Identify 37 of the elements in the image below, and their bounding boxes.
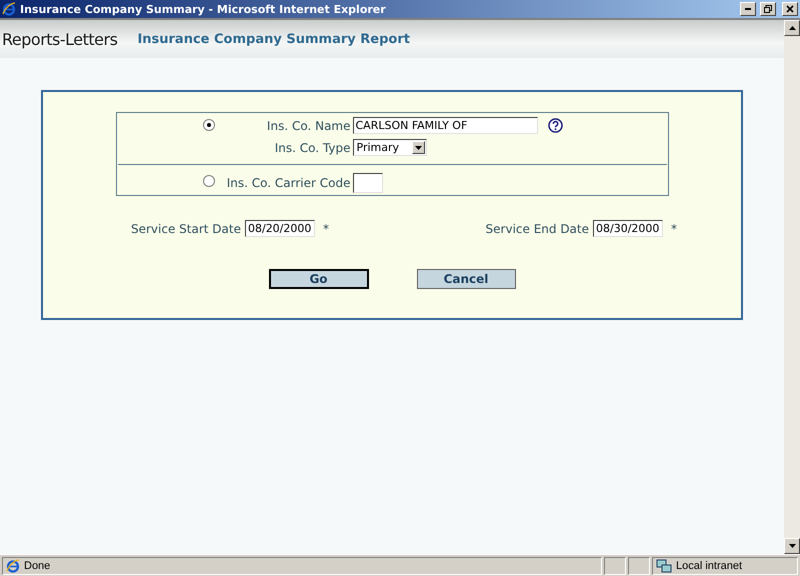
browser-icon: [2, 2, 16, 16]
close-button[interactable]: [782, 2, 798, 16]
scrollbar[interactable]: [784, 20, 800, 554]
help-icon[interactable]: [548, 118, 562, 133]
date-input[interactable]: 08/30/2000: [593, 220, 663, 237]
name-input[interactable]: CARLSON FAMILY OF: [352, 117, 538, 134]
scroll-down-icon: [788, 544, 796, 548]
network-icon: [656, 559, 672, 573]
field-label: Service Start Date: [131, 222, 242, 236]
close-icon: [786, 5, 794, 13]
status-text: Done: [24, 560, 50, 572]
date-input[interactable]: 08/20/2000: [244, 220, 315, 237]
page-title: Insurance Company Summary Report: [137, 32, 410, 46]
carrier-code-input[interactable]: [352, 173, 382, 193]
restore-button[interactable]: [760, 2, 776, 16]
required-mark: *: [671, 222, 677, 236]
go-button[interactable]: Go: [268, 269, 368, 289]
scroll-up-icon: [788, 26, 796, 30]
restore-icon: [764, 5, 772, 13]
radio-button[interactable]: [202, 119, 214, 131]
required-mark: *: [322, 222, 329, 236]
field-label: Ins. Co. Carrier Code: [226, 176, 352, 190]
field-label: Service End Date: [486, 222, 590, 236]
radio-button[interactable]: [202, 175, 214, 187]
brand-title: Reports-Letters: [2, 30, 118, 48]
minimize-icon: [745, 8, 751, 10]
dropdown-arrow-icon: [414, 146, 422, 150]
type-select[interactable]: Primary: [352, 139, 426, 156]
cancel-button[interactable]: Cancel: [416, 269, 516, 289]
zone-text: Local intranet: [676, 560, 742, 572]
minimize-button[interactable]: [740, 2, 756, 16]
field-label: Ins. Co. Type: [274, 140, 352, 154]
window-title: Insurance Company Summary - Microsoft Internet Explorer: [20, 2, 387, 16]
page-icon: [6, 559, 20, 573]
status-pane: [628, 557, 650, 575]
status-pane: [604, 557, 626, 575]
field-label: Ins. Co. Name: [266, 118, 352, 132]
